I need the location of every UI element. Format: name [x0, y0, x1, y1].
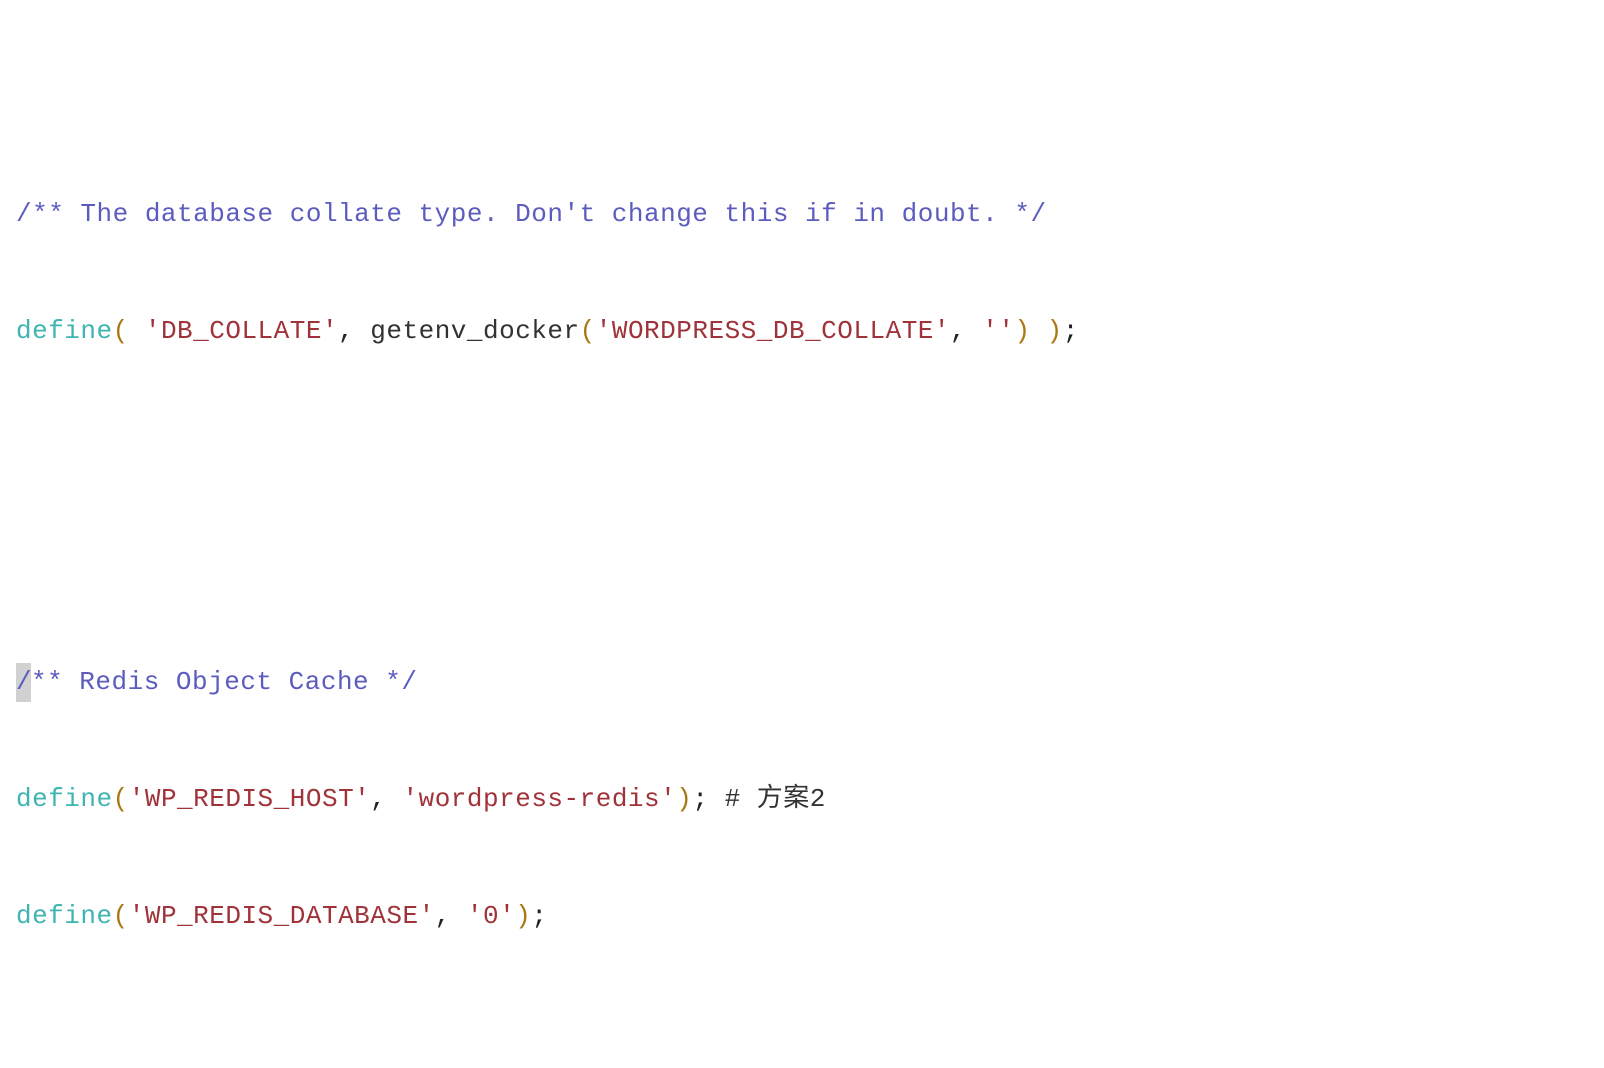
string-literal: 'wordpress-redis' [403, 784, 677, 814]
string-literal: '' [982, 316, 1014, 346]
paren-open: ( [113, 316, 145, 346]
code-line [16, 1014, 1588, 1053]
comment-text: ** Redis Object Cache */ [31, 667, 417, 697]
paren-close: ) [1031, 316, 1063, 346]
paren-open: ( [113, 784, 129, 814]
cursor-position: / [16, 663, 31, 702]
code-line: define('WP_REDIS_HOST', 'wordpress-redis… [16, 780, 1588, 819]
paren-close: ) [515, 901, 531, 931]
trailing-comment: # 方案2 [708, 784, 825, 814]
semicolon: ; [692, 784, 708, 814]
code-line [16, 78, 1588, 117]
code-line: define( 'DB_COLLATE', getenv_docker('WOR… [16, 312, 1588, 351]
separator: , [950, 316, 982, 346]
separator: , [370, 784, 402, 814]
semicolon: ; [531, 901, 547, 931]
keyword-define: define [16, 784, 113, 814]
code-line [16, 546, 1588, 585]
semicolon: ; [1063, 316, 1079, 346]
comment-text: /** The database collate type. Don't cha… [16, 199, 1047, 229]
keyword-define: define [16, 901, 113, 931]
string-literal: 'WP_REDIS_HOST' [129, 784, 371, 814]
paren-close: ) [1014, 316, 1030, 346]
string-literal: 'WORDPRESS_DB_COLLATE' [596, 316, 950, 346]
paren-open: ( [113, 901, 129, 931]
paren-open: ( [580, 316, 596, 346]
separator: , [338, 316, 370, 346]
function-name: getenv_docker [370, 316, 579, 346]
string-literal: 'WP_REDIS_DATABASE' [129, 901, 435, 931]
separator: , [435, 901, 467, 931]
keyword-define: define [16, 316, 113, 346]
code-editor[interactable]: /** The database collate type. Don't cha… [0, 0, 1604, 1068]
string-literal: '0' [467, 901, 515, 931]
code-line [16, 429, 1588, 468]
string-literal: 'DB_COLLATE' [145, 316, 338, 346]
code-line: define('WP_REDIS_DATABASE', '0'); [16, 897, 1588, 936]
code-line: /** Redis Object Cache */ [16, 663, 1588, 702]
paren-close: ) [676, 784, 692, 814]
code-line: /** The database collate type. Don't cha… [16, 195, 1588, 234]
